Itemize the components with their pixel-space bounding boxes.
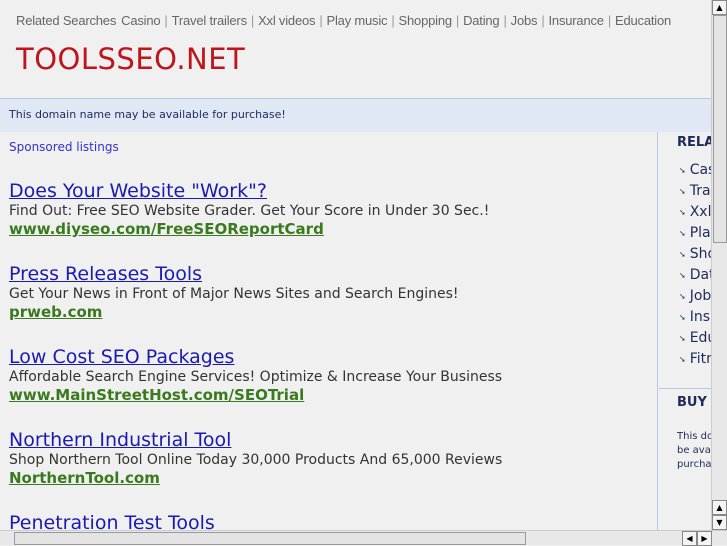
topnav-link[interactable]: Casino (121, 13, 160, 28)
scroll-up-button-lower[interactable]: ▲ (712, 500, 727, 515)
separator: | (607, 13, 611, 28)
vertical-scroll-thumb[interactable] (713, 15, 727, 243)
listing-desc: Find Out: Free SEO Website Grader. Get Y… (9, 203, 490, 219)
arrow-icon: ➘ (679, 354, 686, 364)
domain-notice: This domain name may be available for pu… (0, 98, 711, 132)
arrow-icon: ➘ (679, 249, 686, 259)
separator: | (164, 13, 168, 28)
related-item-label[interactable]: Insurance (690, 309, 711, 325)
separator: | (391, 13, 395, 28)
separator: | (319, 13, 323, 28)
related-item[interactable]: ➘ Shopping (679, 246, 711, 267)
arrow-icon: ➘ (679, 270, 686, 280)
topnav-link[interactable]: Shopping (399, 13, 453, 28)
related-item-label[interactable]: Xxl videos (690, 204, 711, 220)
listing-desc: Shop Northern Tool Online Today 30,000 P… (9, 452, 503, 468)
scroll-down-button[interactable]: ▼ (712, 515, 727, 530)
separator: | (541, 13, 545, 28)
related-item-label[interactable]: Dating (690, 267, 711, 283)
listing-url[interactable]: prweb.com (9, 303, 458, 321)
topnav-link[interactable]: Jobs (511, 13, 538, 28)
listing-desc: Affordable Search Engine Services! Optim… (9, 369, 503, 385)
listing-url[interactable]: www.diyseo.com/FreeSEOReportCard (9, 220, 489, 238)
scroll-left-button[interactable]: ◀ (682, 531, 697, 546)
listing-title[interactable]: Low Cost SEO Packages (9, 346, 502, 368)
topnav-link[interactable]: Education (615, 13, 671, 28)
listing: Penetration Test Tools (9, 512, 215, 530)
arrow-icon: ➘ (679, 207, 686, 217)
topnav-link[interactable]: Travel trailers (172, 13, 247, 28)
arrow-icon: ➘ (679, 186, 686, 196)
related-item[interactable]: ➘ Casino (679, 162, 711, 183)
related-searches-bar: Related Searches Casino | Travel trailers | X… (16, 13, 671, 28)
buy-heading: BUY THIS DOMAIN (677, 395, 711, 410)
related-item-label[interactable]: Play music (690, 225, 711, 241)
buy-text: This domain name may be available for pu… (677, 431, 711, 470)
listing-title[interactable]: Northern Industrial Tool (9, 429, 502, 451)
arrow-icon: ➘ (679, 228, 686, 238)
arrow-icon: ➘ (679, 291, 686, 301)
page-viewport: Related Searches Casino | Travel trailers | X… (0, 0, 711, 530)
listing-title[interactable]: Does Your Website "Work"? (9, 180, 489, 202)
horizontal-scrollbar[interactable]: ◀ ▶ (0, 530, 727, 546)
related-item-label[interactable]: Education (690, 330, 711, 346)
related-item-label[interactable]: Travel trailers (690, 183, 711, 199)
related-item[interactable]: ➘ Jobs (679, 288, 711, 309)
scroll-up-button[interactable]: ▲ (712, 0, 727, 15)
related-list: ➘ Casino ➘ Travel trailers ➘ Xxl videos ➘ Pl… (679, 162, 711, 372)
arrow-icon: ➘ (679, 312, 686, 322)
topnav-link[interactable]: Xxl videos (258, 13, 315, 28)
related-searches-label: Related Searches (16, 13, 117, 28)
listing-desc: Get Your News in Front of Major News Sit… (9, 286, 459, 302)
sidebar: RELATED SEARCHES ➘ Casino ➘ Travel trailer… (659, 132, 711, 530)
topnav-link[interactable]: Insurance (549, 13, 604, 28)
separator: | (455, 13, 460, 28)
arrow-icon: ➘ (679, 333, 686, 343)
related-item[interactable]: ➘ Xxl videos (679, 204, 711, 225)
listing-title[interactable]: Press Releases Tools (9, 263, 458, 285)
listing-url[interactable]: www.MainStreetHost.com/SEOTrial (9, 386, 502, 404)
arrow-icon: ➘ (679, 165, 686, 175)
related-item[interactable]: ➘ Fitness (679, 351, 711, 372)
horizontal-scroll-thumb[interactable] (14, 532, 526, 545)
separator: | (250, 13, 255, 28)
scroll-right-button[interactable]: ▶ (697, 531, 712, 546)
related-item[interactable]: ➘ Insurance (679, 309, 711, 330)
listing-url[interactable]: NorthernTool.com (9, 469, 502, 487)
related-item-label[interactable]: Fitness (690, 351, 711, 367)
topnav-link[interactable]: Play music (327, 13, 388, 28)
topnav-link[interactable]: Dating (463, 13, 500, 28)
listing: Does Your Website "Work"? Find Out: Free… (9, 180, 489, 238)
related-item[interactable]: ➘ Travel trailers (679, 183, 711, 204)
related-item-label[interactable]: Shopping (690, 246, 711, 262)
separator: | (503, 13, 507, 28)
sponsored-listings-label[interactable]: Sponsored listings (9, 140, 119, 154)
related-item-label[interactable]: Jobs (690, 288, 711, 304)
related-item[interactable]: ➘ Play music (679, 225, 711, 246)
sidebar-divider (659, 388, 711, 389)
main-content: Sponsored listings Does Your Website "Wo… (0, 132, 658, 530)
related-item[interactable]: ➘ Education (679, 330, 711, 351)
listing: Low Cost SEO Packages Affordable Search … (9, 346, 502, 404)
related-item-label[interactable]: Casino (690, 162, 711, 178)
site-logo: TOOLSSEO.NET (16, 42, 246, 76)
listing: Northern Industrial Tool Shop Northern T… (9, 429, 502, 487)
related-heading: RELATED SEARCHES (677, 135, 711, 150)
listing-title[interactable]: Penetration Test Tools (9, 512, 215, 530)
vertical-scrollbar[interactable]: ▲ ▲ ▼ (711, 0, 727, 530)
related-item[interactable]: ➘ Dating (679, 267, 711, 288)
listing: Press Releases Tools Get Your News in Fr… (9, 263, 458, 321)
